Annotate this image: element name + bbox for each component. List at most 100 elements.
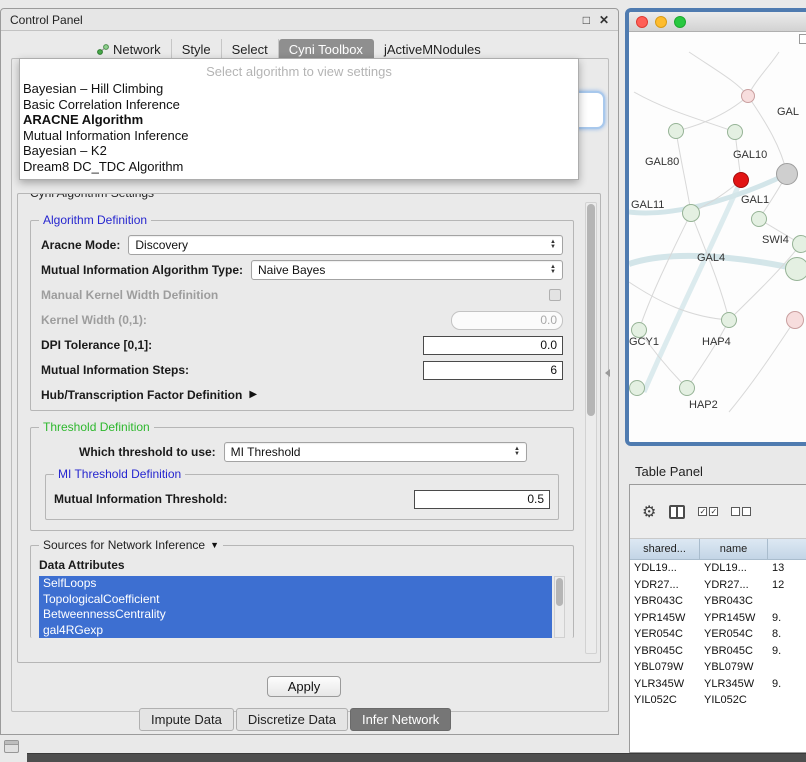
- network-node[interactable]: [629, 380, 645, 396]
- desktop: Control Panel □ ✕ Network Style Select C…: [0, 0, 806, 762]
- tab-infer-network[interactable]: Infer Network: [350, 708, 451, 731]
- network-node[interactable]: [741, 89, 755, 103]
- table-row[interactable]: YBR043CYBR043C: [630, 593, 806, 610]
- table-row[interactable]: YER054CYER054C8.: [630, 626, 806, 643]
- tab-label: jActiveMNodules: [384, 42, 481, 57]
- cyni-bottom-tabs: Impute Data Discretize Data Infer Networ…: [139, 708, 451, 731]
- network-node[interactable]: [751, 211, 767, 227]
- group-title: Algorithm Definition: [39, 213, 151, 227]
- network-node[interactable]: [721, 312, 737, 328]
- dropdown-item[interactable]: Mutual Information Inference: [20, 128, 578, 144]
- combo-arrows-icon: ▲▼: [514, 447, 520, 457]
- scrollbar-thumb[interactable]: [587, 204, 595, 416]
- group-title: Threshold Definition: [39, 420, 154, 434]
- scrollbar-thumb[interactable]: [556, 578, 563, 606]
- close-icon[interactable]: ✕: [599, 13, 609, 27]
- dropdown-item-selected[interactable]: ARACNE Algorithm: [20, 112, 578, 128]
- minimized-window-icon[interactable]: [4, 740, 19, 753]
- column-header[interactable]: [768, 539, 806, 560]
- table-body: YDL19...YDL19...13 YDR27...YDR27...12 YB…: [630, 560, 806, 709]
- algorithm-dropdown-popup: Select algorithm to view settings Bayesi…: [19, 58, 579, 180]
- minimize-button[interactable]: [655, 16, 667, 28]
- mi-steps-input[interactable]: [423, 361, 563, 380]
- network-node[interactable]: [682, 204, 700, 222]
- dpi-tolerance-input[interactable]: [423, 336, 563, 355]
- dropdown-prompt: Select algorithm to view settings: [20, 62, 578, 81]
- kernel-width-input[interactable]: [451, 311, 563, 330]
- tab-discretize-data[interactable]: Discretize Data: [236, 708, 348, 731]
- aracne-mode-combo[interactable]: Discovery ▲▼: [128, 235, 563, 255]
- table-header: shared... name: [630, 539, 806, 560]
- network-node[interactable]: [668, 123, 684, 139]
- network-node[interactable]: [679, 380, 695, 396]
- network-node[interactable]: [785, 257, 806, 281]
- node-label: GCY1: [629, 336, 659, 348]
- table-row[interactable]: YDL19...YDL19...13: [630, 560, 806, 577]
- attribute-list-scrollbar[interactable]: [554, 576, 565, 638]
- columns-icon[interactable]: [669, 505, 685, 519]
- tab-impute-data[interactable]: Impute Data: [139, 708, 234, 731]
- kernel-width-label: Kernel Width (0,1):: [41, 313, 147, 327]
- tab-label: Cyni Toolbox: [289, 42, 363, 57]
- apply-button[interactable]: Apply: [267, 676, 341, 697]
- mi-threshold-input[interactable]: [414, 490, 550, 509]
- expanded-arrow-icon: ▼: [210, 540, 219, 550]
- table-row[interactable]: YBR045CYBR045C9.: [630, 643, 806, 660]
- sources-title[interactable]: Sources for Network Inference ▼: [39, 538, 223, 552]
- attribute-item-selected[interactable]: SelfLoops: [39, 576, 552, 592]
- node-label: GAL11: [631, 199, 664, 211]
- attribute-item-selected[interactable]: TopologicalCoefficient: [39, 592, 552, 608]
- control-panel-titlebar[interactable]: Control Panel □ ✕: [1, 9, 618, 31]
- close-button[interactable]: [636, 16, 648, 28]
- dropdown-item[interactable]: Bayesian – K2: [20, 143, 578, 159]
- collapsed-arrow-icon: ▶: [249, 390, 257, 400]
- mi-threshold-group: MI Threshold Definition Mutual Informati…: [45, 474, 559, 520]
- tab-label: Network: [113, 42, 161, 57]
- table-toolbar: ⚙ ✓✓: [630, 485, 806, 539]
- manual-kernel-checkbox[interactable]: [549, 289, 561, 301]
- manual-kernel-label: Manual Kernel Width Definition: [41, 288, 218, 302]
- network-window-titlebar[interactable]: [629, 12, 806, 32]
- node-label: GAL1: [741, 194, 769, 206]
- mi-type-combo[interactable]: Naive Bayes ▲▼: [251, 260, 563, 280]
- network-node[interactable]: [786, 311, 804, 329]
- network-icon: [97, 44, 109, 55]
- network-node[interactable]: [792, 235, 806, 253]
- attribute-item-selected[interactable]: BetweennessCentrality: [39, 607, 552, 623]
- deselect-all-icon[interactable]: [731, 507, 751, 516]
- attribute-item-selected[interactable]: gal4RGexp: [39, 623, 552, 639]
- dropdown-item[interactable]: Basic Correlation Inference: [20, 97, 578, 113]
- mi-type-label: Mutual Information Algorithm Type:: [41, 263, 243, 277]
- column-header[interactable]: name: [700, 539, 768, 560]
- table-row[interactable]: YDR27...YDR27...12: [630, 577, 806, 594]
- tab-label: Select: [232, 42, 268, 57]
- network-canvas[interactable]: GAL80 GAL10 GAL11 GAL1 SWI4 GAL4 GCY1 HA…: [629, 32, 806, 442]
- which-threshold-combo[interactable]: MI Threshold ▲▼: [224, 442, 527, 462]
- hub-definition-toggle[interactable]: Hub/Transcription Factor Definition ▶: [41, 388, 563, 402]
- table-panel: ⚙ ✓✓ shared... name YDL19...YDL19...13 Y…: [629, 484, 806, 753]
- network-node-selected[interactable]: [733, 172, 749, 188]
- threshold-definition-group: Threshold Definition Which threshold to …: [30, 427, 574, 531]
- table-row[interactable]: YIL052CYIL052C: [630, 692, 806, 709]
- zoom-button[interactable]: [674, 16, 686, 28]
- column-header[interactable]: shared...: [630, 539, 700, 560]
- table-row[interactable]: YBL079WYBL079W: [630, 659, 806, 676]
- network-node[interactable]: [776, 163, 798, 185]
- node-label: GAL: [777, 106, 799, 118]
- dropdown-item[interactable]: Dream8 DC_TDC Algorithm: [20, 159, 578, 175]
- birdseye-toggle[interactable]: [799, 34, 806, 44]
- aracne-mode-label: Aracne Mode:: [41, 238, 120, 252]
- float-window-icon[interactable]: □: [583, 13, 590, 27]
- bottom-window-edge: [27, 753, 806, 762]
- dropdown-item[interactable]: Bayesian – Hill Climbing: [20, 81, 578, 97]
- settings-scrollbar[interactable]: [585, 202, 597, 654]
- table-row[interactable]: YLR345WYLR345W9.: [630, 676, 806, 693]
- gear-icon[interactable]: ⚙: [642, 502, 656, 522]
- panel-divider-arrow[interactable]: [605, 369, 610, 377]
- sources-title-label: Sources for Network Inference: [43, 538, 205, 552]
- table-row[interactable]: YPR145WYPR145W9.: [630, 610, 806, 627]
- network-node[interactable]: [727, 124, 743, 140]
- select-all-icon[interactable]: ✓✓: [698, 507, 718, 516]
- mi-steps-label: Mutual Information Steps:: [41, 363, 189, 377]
- mi-threshold-label: Mutual Information Threshold:: [54, 492, 227, 506]
